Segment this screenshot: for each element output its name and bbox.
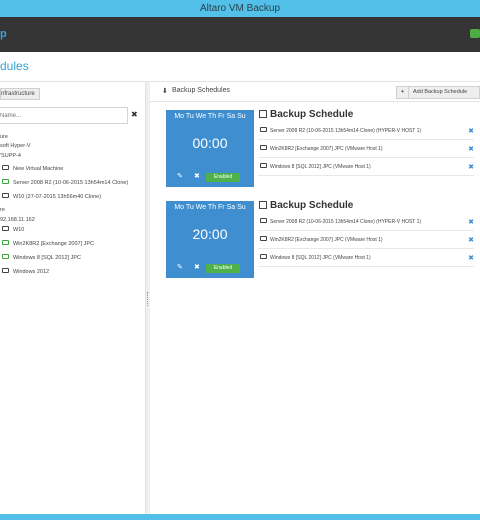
bottom-bar [0, 514, 480, 520]
remove-vm-icon[interactable]: ✖ [468, 232, 474, 249]
vm-icon [2, 165, 9, 171]
tree-item-label: soft Hyper-V [0, 143, 31, 149]
chat-icon[interactable] [470, 29, 480, 38]
schedule-vm-row: Server 2008 R2 (10-06-2015 13h54m14 Clon… [258, 214, 474, 231]
vm-icon [2, 193, 9, 199]
enabled-badge[interactable]: Enabled [206, 173, 240, 182]
clear-search-icon[interactable]: ✖ [131, 110, 138, 119]
schedule-vm-row: Win2K8R2 [Exchange 2007] JPC (VMware Hos… [258, 232, 474, 249]
schedule-time[interactable]: 00:00 [166, 135, 254, 151]
tree-item[interactable]: 92.168.11.162 [0, 215, 35, 225]
app-brand: p [0, 28, 7, 40]
enabled-badge[interactable]: Enabled [206, 264, 240, 273]
tree-item[interactable]: Windows 2012 [2, 267, 49, 277]
vm-icon [260, 254, 267, 260]
vm-icon [260, 127, 267, 133]
pencil-icon[interactable]: ✎ [177, 263, 183, 271]
schedule-days[interactable]: Mo Tu We Th Fr Sa Su [166, 113, 254, 120]
vm-search-input[interactable] [0, 107, 128, 124]
window-titlebar: Altaro VM Backup [0, 0, 480, 17]
tree-item-label: New Virtual Machine [13, 166, 64, 172]
schedule-vm-row: Windows 8 [SQL 2012] JPC (VMware Host 1)… [258, 250, 474, 267]
vm-icon [2, 179, 9, 185]
tree-item-label: 92.168.11.162 [0, 217, 35, 223]
schedule-vm-row: Windows 8 [SQL 2012] JPC (VMware Host 1)… [258, 159, 474, 176]
tree-item-label: Windows 8 [SQL 2012] JPC [13, 255, 81, 261]
splitter-grip-icon[interactable] [147, 292, 149, 306]
remove-vm-icon[interactable]: ✖ [468, 214, 474, 231]
tree-item-label: W10 (27-07-2015 13h56m40 Clone) [13, 194, 102, 200]
schedule-vm-label: Windows 8 [SQL 2012] JPC (VMware Host 1) [270, 255, 371, 261]
tree-item-label: Win2K8R2 [Exchange 2007] JPC [13, 241, 95, 247]
plus-icon: + [397, 87, 409, 98]
schedule-tile[interactable]: Mo Tu We Th Fr Sa Su 20:00 ✎ ✖ Enabled [166, 201, 254, 278]
pencil-icon[interactable]: ✎ [177, 172, 183, 180]
tree-item[interactable]: Server 2008 R2 (10-06-2015 13h54m14 Clon… [2, 178, 128, 188]
calendar-icon [259, 110, 267, 118]
tree-item[interactable]: W10 [2, 225, 24, 235]
tree-item[interactable]: Win2K8R2 [Exchange 2007] JPC [2, 239, 94, 249]
tree-item[interactable]: 'SUPP-4 [0, 151, 21, 161]
schedule-vm-label: Windows 8 [SQL 2012] JPC (VMware Host 1) [270, 164, 371, 170]
vm-icon [260, 218, 267, 224]
tree-item[interactable]: re [0, 205, 5, 215]
tree-item-label: 'SUPP-4 [0, 153, 21, 159]
schedules-header: ⬇ Backup Schedules + Add Backup Schedule [150, 82, 480, 102]
vm-icon [2, 240, 9, 246]
tree-item-label: Windows 2012 [13, 269, 50, 275]
remove-vm-icon[interactable]: ✖ [468, 159, 474, 176]
download-icon: ⬇ [162, 88, 168, 95]
schedules-title: Backup Schedules [172, 87, 230, 94]
add-backup-schedule-label: Add Backup Schedule [413, 89, 468, 95]
schedule-vm-label: Server 2008 R2 (10-06-2015 13h54m14 Clon… [270, 128, 422, 134]
remove-vm-icon[interactable]: ✖ [468, 250, 474, 267]
tree-item[interactable]: soft Hyper-V [0, 141, 31, 151]
schedule-vm-label: Win2K8R2 [Exchange 2007] JPC (VMware Hos… [270, 237, 383, 243]
schedule-vm-label: Server 2008 R2 (10-06-2015 13h54m14 Clon… [270, 219, 422, 225]
vm-icon [260, 163, 267, 169]
infrastructure-button-label: nfrastructure [1, 91, 35, 97]
tree-item[interactable]: Windows 8 [SQL 2012] JPC [2, 253, 81, 263]
tree-item[interactable]: New Virtual Machine [2, 164, 63, 174]
vm-icon [2, 254, 9, 260]
tree-item-label: W10 [13, 227, 25, 233]
calendar-icon [259, 201, 267, 209]
schedule-tile[interactable]: Mo Tu We Th Fr Sa Su 00:00 ✎ ✖ Enabled [166, 110, 254, 187]
close-icon[interactable]: ✖ [194, 172, 200, 180]
remove-vm-icon[interactable]: ✖ [468, 141, 474, 158]
window-title: Altaro VM Backup [199, 3, 281, 14]
vm-icon [260, 236, 267, 242]
tree-item-label: re [0, 207, 5, 213]
tree-item-label: Server 2008 R2 (10-06-2015 13h54m14 Clon… [13, 180, 129, 186]
add-backup-schedule-button[interactable]: + Add Backup Schedule [396, 86, 480, 99]
close-icon[interactable]: ✖ [194, 263, 200, 271]
schedule-vm-row: Server 2008 R2 (10-06-2015 13h54m14 Clon… [258, 123, 474, 140]
schedule-vm-row: Win2K8R2 [Exchange 2007] JPC (VMware Hos… [258, 141, 474, 158]
infrastructure-button[interactable]: nfrastructure [0, 88, 40, 100]
page-header: dules [0, 52, 480, 82]
tree-item[interactable]: W10 (27-07-2015 13h56m40 Clone) [2, 192, 101, 202]
infrastructure-panel: nfrastructure ✖ ure soft Hyper-V 'SUPP-4 Ne… [0, 82, 146, 514]
schedule-vm-label: Win2K8R2 [Exchange 2007] JPC (VMware Hos… [270, 146, 383, 152]
app-header: p [0, 17, 480, 52]
page-title: dules [0, 59, 29, 73]
vm-icon [2, 226, 9, 232]
schedule-title-label: Backup Schedule [270, 200, 354, 211]
vm-icon [260, 145, 267, 151]
schedule-title: Backup Schedule [259, 200, 353, 211]
remove-vm-icon[interactable]: ✖ [468, 123, 474, 140]
schedules-panel: ⬇ Backup Schedules + Add Backup Schedule … [150, 82, 480, 514]
vm-icon [2, 268, 9, 274]
schedule-time[interactable]: 20:00 [166, 226, 254, 242]
schedule-title-label: Backup Schedule [270, 109, 354, 120]
schedule-title: Backup Schedule [259, 109, 353, 120]
schedule-days[interactable]: Mo Tu We Th Fr Sa Su [166, 204, 254, 211]
tree-item-label: ure [0, 134, 8, 140]
